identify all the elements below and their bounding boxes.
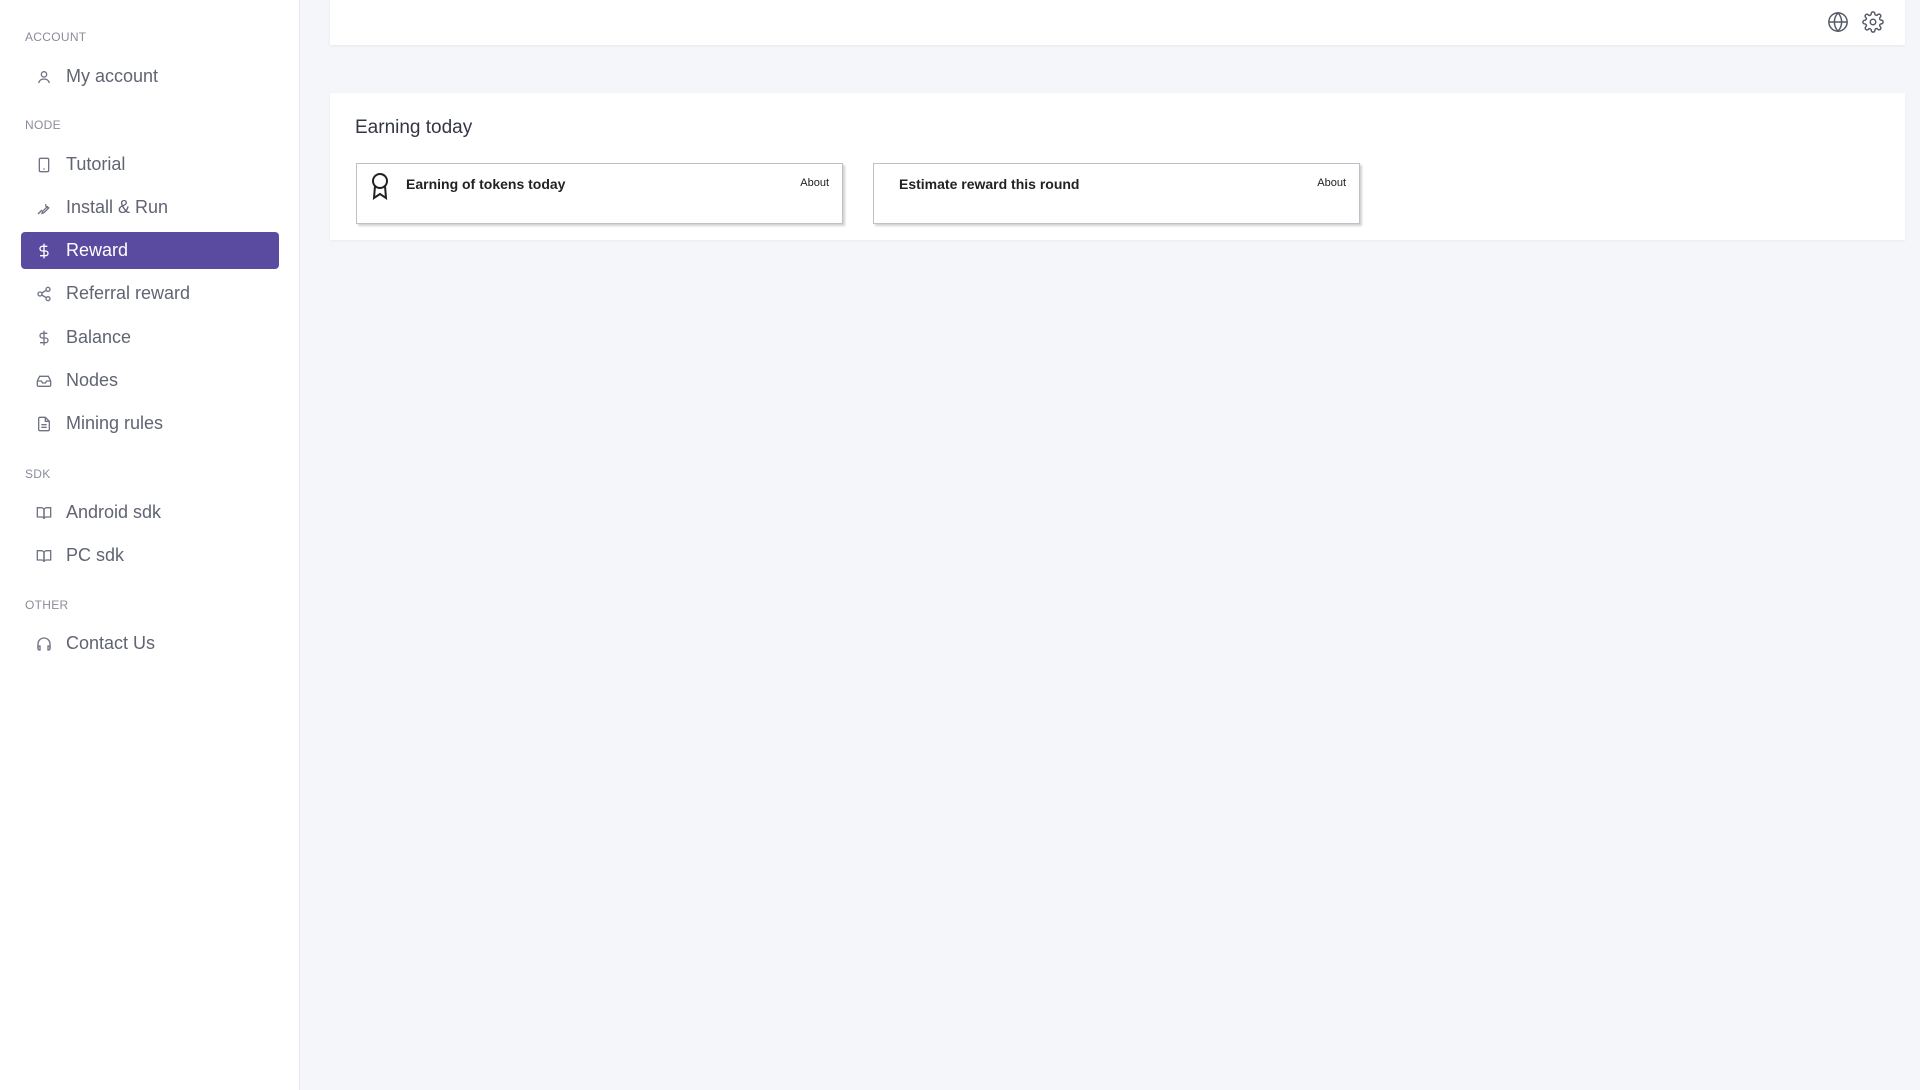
sidebar-item-label: Contact Us xyxy=(66,633,156,653)
sidebar-item-android-sdk[interactable]: Android sdk xyxy=(21,494,279,531)
share-icon xyxy=(36,286,52,302)
file-icon xyxy=(36,416,52,432)
wrench-icon xyxy=(36,200,52,216)
tablet-icon xyxy=(36,157,52,173)
sidebar-item-contact-us[interactable]: Contact Us xyxy=(21,625,279,662)
section-label-node: NODE xyxy=(25,118,61,132)
sidebar-item-pc-sdk[interactable]: PC sdk xyxy=(21,537,279,574)
section-label-other: OTHER xyxy=(25,598,69,612)
top-bar xyxy=(330,0,1905,45)
sidebar-item-label: Tutorial xyxy=(66,154,126,174)
sidebar-item-label: Referral reward xyxy=(66,283,191,303)
dollar-icon xyxy=(36,330,52,346)
gear-icon[interactable] xyxy=(1862,11,1884,33)
about-link[interactable]: About xyxy=(1317,177,1346,189)
card-title: Earning of tokens today xyxy=(406,176,566,192)
sidebar-item-referral-reward[interactable]: Referral reward xyxy=(21,275,279,312)
about-link[interactable]: About xyxy=(800,177,829,189)
section-label-sdk: SDK xyxy=(25,467,51,481)
sidebar-item-label: Reward xyxy=(66,240,129,260)
sidebar-item-label: Balance xyxy=(66,327,132,347)
dollar-icon xyxy=(36,243,52,259)
award-icon xyxy=(369,172,391,200)
sidebar-item-label: Nodes xyxy=(66,370,119,390)
sidebar: ACCOUNT My account NODE Tutorial Install… xyxy=(0,0,300,1090)
book-icon xyxy=(36,548,52,564)
globe-icon[interactable] xyxy=(1827,11,1849,33)
panel-title: Earning today xyxy=(355,117,473,138)
sidebar-item-label: PC sdk xyxy=(66,545,125,565)
sidebar-item-label: Mining rules xyxy=(66,413,164,433)
book-icon xyxy=(36,505,52,521)
sidebar-item-balance[interactable]: Balance xyxy=(21,319,279,356)
section-label-account: ACCOUNT xyxy=(25,30,87,44)
earning-today-panel: Earning today Earning of tokens today Ab… xyxy=(330,93,1905,240)
sidebar-item-reward[interactable]: Reward xyxy=(21,232,279,269)
sidebar-item-label: Android sdk xyxy=(66,502,162,522)
sidebar-item-label: My account xyxy=(66,66,159,86)
headphones-icon xyxy=(36,636,52,652)
inbox-icon xyxy=(36,373,52,389)
user-icon xyxy=(36,69,52,85)
card-title: Estimate reward this round xyxy=(899,176,1080,192)
sidebar-item-label: Install & Run xyxy=(66,197,169,217)
sidebar-item-mining-rules[interactable]: Mining rules xyxy=(21,405,279,442)
earning-tokens-card: Earning of tokens today About xyxy=(356,163,843,224)
estimate-reward-card: Estimate reward this round About xyxy=(873,163,1360,224)
sidebar-item-install-run[interactable]: Install & Run xyxy=(21,189,279,226)
sidebar-item-nodes[interactable]: Nodes xyxy=(21,362,279,399)
sidebar-item-my-account[interactable]: My account xyxy=(21,58,279,95)
sidebar-item-tutorial[interactable]: Tutorial xyxy=(21,146,279,183)
